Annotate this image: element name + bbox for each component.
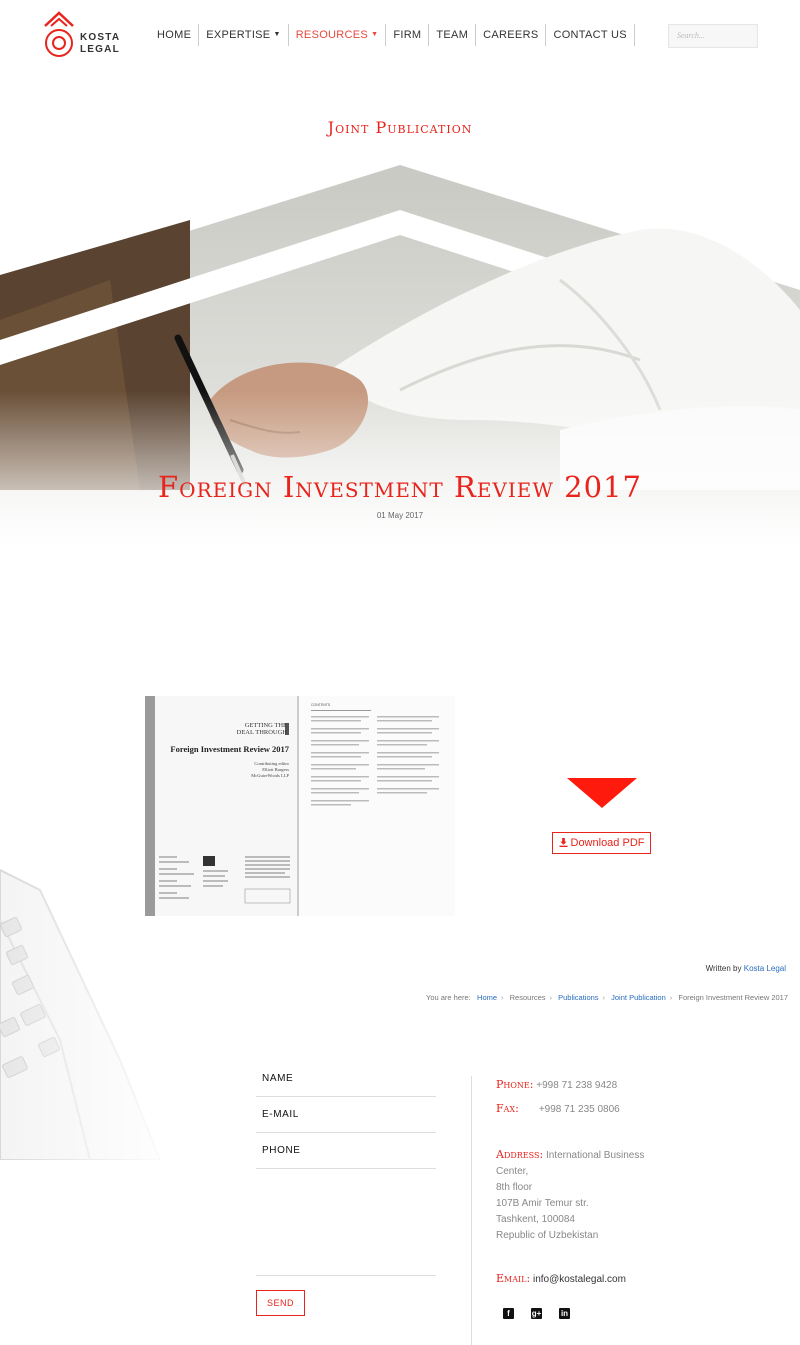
logo-mark-icon [44,11,74,57]
search-input[interactable]: Search... [668,24,758,48]
author-link[interactable]: Kosta Legal [744,964,786,973]
nav-home[interactable]: HOME [150,24,200,46]
name-field[interactable]: NAME [256,1070,436,1097]
nav-resources[interactable]: RESOURCES ▼ [289,24,387,46]
caret-down-icon: ▼ [371,31,379,39]
download-pdf-button[interactable]: Download PDF [552,832,651,854]
breadcrumb-publications[interactable]: Publications [558,993,598,1002]
publish-date: 01 May 2017 [376,511,424,520]
contact-phone: Phone: +998 71 238 9428 [496,1078,618,1091]
breadcrumb-current: Foreign Investment Review 2017 [678,993,788,1002]
book-series-line2: DEAL THROUGH [237,729,288,736]
breadcrumb-joint-publication[interactable]: Joint Publication [611,993,666,1002]
nav-careers[interactable]: CAREERS [476,24,547,46]
page-title: Foreign Investment Review 2017 [158,470,642,504]
breadcrumb: You are here: Home › Resources › Publicati… [426,993,788,1002]
contact-form: NAME E-MAIL PHONE [256,1070,436,1178]
main-nav: HOME EXPERTISE ▼ RESOURCES ▼ FIRM TEAM CAR… [150,24,635,46]
author-line: Written by Kosta Legal [705,964,786,973]
nav-team[interactable]: TEAM [429,24,477,46]
breadcrumb-resources: Resources [509,993,546,1002]
book-editor-line1: Contributing editor [254,761,289,766]
nav-expertise[interactable]: EXPERTISE ▼ [199,24,289,46]
book-contents-label: CONTENTS [311,703,331,707]
logo-text: KOSTA LEGAL [80,32,121,55]
linkedin-icon[interactable]: in [559,1308,570,1319]
contact-fax: Fax: +998 71 235 0806 [496,1102,620,1115]
social-links: f g+ in [503,1308,570,1319]
contact-address: Address: International Business Center, … [496,1148,645,1241]
book-editor-line2: Elliott Burgess [262,767,289,772]
email-link[interactable]: info@kostalegal.com [533,1274,626,1285]
send-button[interactable]: SEND [256,1290,305,1316]
download-icon [558,838,568,847]
contact-email: Email: info@kostalegal.com [496,1272,626,1285]
phone-field[interactable]: PHONE [256,1142,436,1169]
publication-preview-image[interactable]: GETTING THE DEAL THROUGH Foreign Investm… [145,696,455,916]
book-editor-line3: McGuireWoods LLP [251,773,289,778]
site-logo[interactable]: KOSTA LEGAL [42,10,122,62]
caret-down-icon: ▼ [273,31,281,39]
google-plus-icon[interactable]: g+ [531,1308,542,1319]
message-textarea[interactable] [256,1176,436,1276]
download-arrow-icon [567,778,637,808]
breadcrumb-home[interactable]: Home [477,993,497,1002]
nav-contact-us[interactable]: CONTACT US [546,24,635,46]
download-pdf-label: Download PDF [570,837,645,849]
contact-divider [471,1076,472,1345]
site-header: KOSTA LEGAL HOME EXPERTISE ▼ RESOURCES ▼ F… [0,0,800,75]
book-title: Foreign Investment Review 2017 [170,744,289,754]
category-title: Joint Publication [327,118,473,137]
book-series-line1: GETTING THE [245,722,287,729]
nav-firm[interactable]: FIRM [386,24,430,46]
facebook-icon[interactable]: f [503,1308,514,1319]
email-field[interactable]: E-MAIL [256,1106,436,1133]
